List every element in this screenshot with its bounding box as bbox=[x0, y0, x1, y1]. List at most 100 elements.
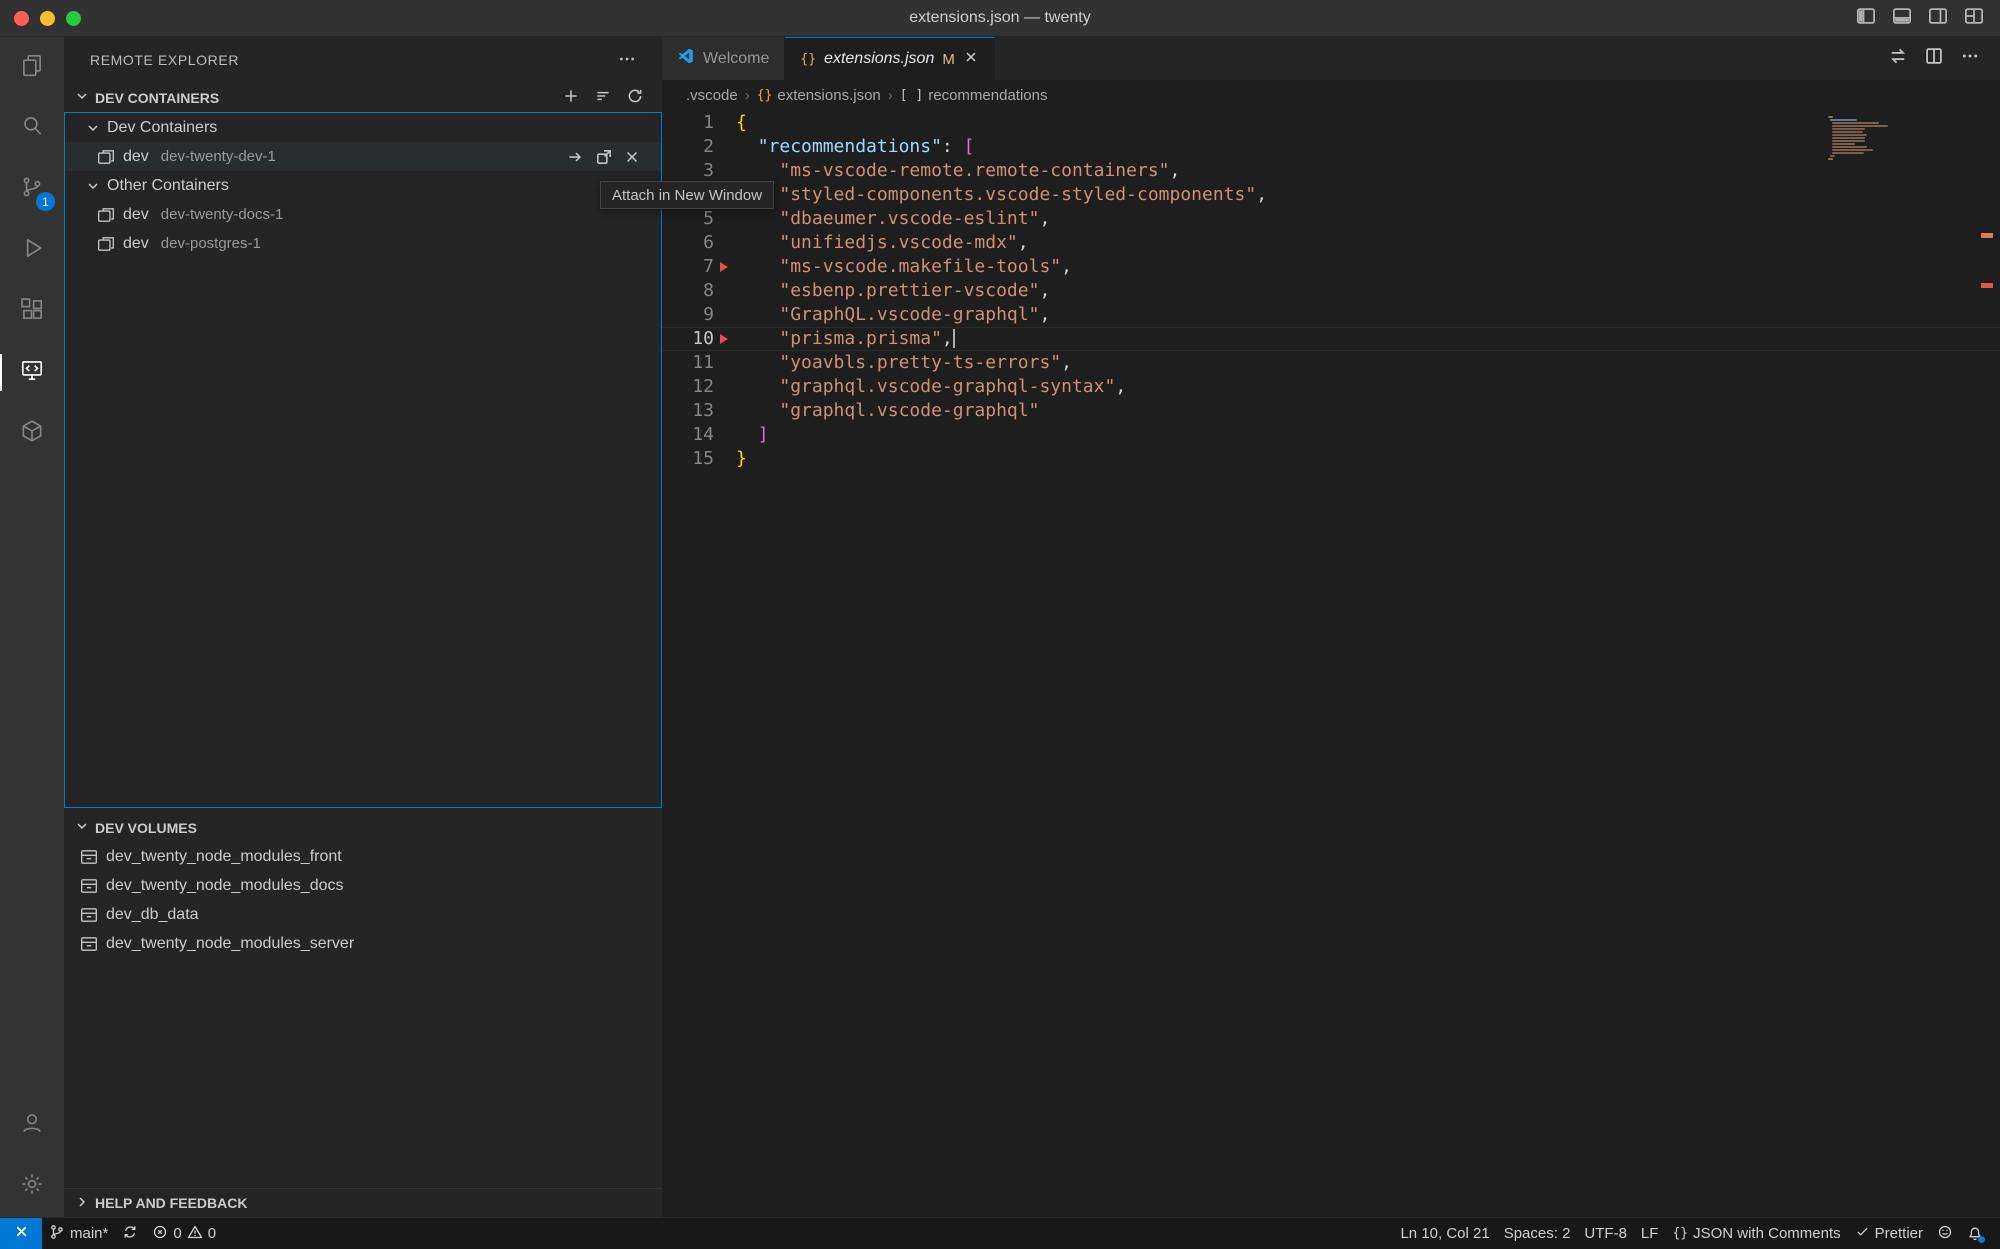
check-icon bbox=[1855, 1224, 1870, 1243]
close-window-button[interactable] bbox=[14, 11, 29, 26]
volume-item[interactable]: dev_twenty_node_modules_docs bbox=[64, 871, 662, 900]
section-dev-containers[interactable]: DEV CONTAINERS bbox=[64, 83, 662, 112]
line-number[interactable]: 10 bbox=[662, 327, 714, 351]
attach-new-window-icon[interactable] bbox=[595, 148, 613, 166]
pane-title: REMOTE EXPLORER bbox=[90, 52, 239, 68]
notifications-button[interactable] bbox=[1960, 1218, 1990, 1249]
chevron-down-icon bbox=[74, 88, 90, 107]
code-line[interactable]: 2 "recommendations": [ bbox=[662, 135, 2000, 159]
tree-item-dev-twenty-docs-1[interactable]: dev dev-twenty-docs-1 bbox=[65, 200, 661, 229]
code-line[interactable]: 8 "esbenp.prettier-vscode", bbox=[662, 279, 2000, 303]
filter-icon[interactable] bbox=[594, 87, 612, 108]
cursor-position-status[interactable]: Ln 10, Col 21 bbox=[1393, 1218, 1496, 1249]
line-number[interactable]: 3 bbox=[662, 159, 714, 183]
problems-status[interactable]: 0 0 bbox=[145, 1218, 223, 1249]
section-dev-volumes[interactable]: DEV VOLUMES bbox=[64, 813, 662, 842]
indentation-status[interactable]: Spaces: 2 bbox=[1497, 1218, 1578, 1249]
item-description: dev-twenty-dev-1 bbox=[161, 148, 276, 165]
split-editor-icon[interactable] bbox=[1924, 46, 1944, 71]
tree-item-dev-postgres-1[interactable]: dev dev-postgres-1 bbox=[65, 229, 661, 258]
tab-extensions-json[interactable]: {} extensions.json M bbox=[785, 37, 994, 80]
formatter-status[interactable]: Prettier bbox=[1848, 1218, 1930, 1249]
tree-group-other-containers[interactable]: Other Containers bbox=[65, 171, 661, 200]
code-line[interactable]: 6 "unifiedjs.vscode-mdx", bbox=[662, 231, 2000, 255]
activity-dev-containers[interactable] bbox=[0, 403, 64, 464]
toggle-secondary-sidebar-icon[interactable] bbox=[1928, 6, 1948, 31]
code-line[interactable]: 7 "ms-vscode.makefile-tools", bbox=[662, 255, 2000, 279]
toggle-panel-icon[interactable] bbox=[1892, 6, 1912, 31]
activity-explorer[interactable] bbox=[0, 37, 64, 98]
volume-icon bbox=[80, 906, 98, 924]
section-help-and-feedback[interactable]: HELP AND FEEDBACK bbox=[64, 1188, 662, 1217]
code-line[interactable]: 13 "graphql.vscode-graphql" bbox=[662, 399, 2000, 423]
remote-icon bbox=[13, 1223, 30, 1244]
code-line[interactable]: 5 "dbaeumer.vscode-eslint", bbox=[662, 207, 2000, 231]
code-line[interactable]: 9 "GraphQL.vscode-graphql", bbox=[662, 303, 2000, 327]
toggle-primary-sidebar-icon[interactable] bbox=[1856, 6, 1876, 31]
language-mode-status[interactable]: {} JSON with Comments bbox=[1665, 1218, 1847, 1249]
line-number[interactable]: 11 bbox=[662, 351, 714, 375]
zoom-window-button[interactable] bbox=[66, 11, 81, 26]
code-line[interactable]: 1{ bbox=[662, 111, 2000, 135]
line-number[interactable]: 9 bbox=[662, 303, 714, 327]
volume-item[interactable]: dev_twenty_node_modules_server bbox=[64, 929, 662, 958]
code-line[interactable]: 4 "styled-components.vscode-styled-compo… bbox=[662, 183, 2000, 207]
code-line[interactable]: 12 "graphql.vscode-graphql-syntax", bbox=[662, 375, 2000, 399]
line-number[interactable]: 6 bbox=[662, 231, 714, 255]
customize-layout-icon[interactable] bbox=[1964, 6, 1984, 31]
breadcrumb-folder[interactable]: .vscode bbox=[686, 87, 738, 104]
activity-source-control[interactable]: 1 bbox=[0, 159, 64, 220]
more-actions-icon[interactable] bbox=[1960, 46, 1980, 71]
activity-search[interactable] bbox=[0, 98, 64, 159]
minimap-line bbox=[1832, 140, 1865, 142]
line-number[interactable]: 12 bbox=[662, 375, 714, 399]
activity-settings[interactable] bbox=[0, 1156, 64, 1217]
line-number[interactable]: 13 bbox=[662, 399, 714, 423]
volume-item[interactable]: dev_db_data bbox=[64, 900, 662, 929]
open-changes-icon[interactable] bbox=[1888, 46, 1908, 71]
volume-item[interactable]: dev_twenty_node_modules_front bbox=[64, 842, 662, 871]
tab-welcome[interactable]: Welcome bbox=[662, 37, 785, 80]
sync-status[interactable] bbox=[115, 1218, 145, 1249]
stop-container-icon[interactable] bbox=[623, 148, 641, 166]
tree-item-dev-twenty-dev-1[interactable]: dev dev-twenty-dev-1 bbox=[65, 142, 661, 171]
breadcrumb-symbol[interactable]: [ ]recommendations bbox=[900, 87, 1048, 104]
tree-group-dev-containers[interactable]: Dev Containers bbox=[65, 113, 661, 142]
minimap[interactable] bbox=[1828, 116, 1890, 160]
activity-extensions[interactable] bbox=[0, 281, 64, 342]
line-number[interactable]: 5 bbox=[662, 207, 714, 231]
git-branch-status[interactable]: main* bbox=[42, 1218, 115, 1249]
code-line[interactable]: 11 "yoavbls.pretty-ts-errors", bbox=[662, 351, 2000, 375]
code-line[interactable]: 15} bbox=[662, 447, 2000, 471]
breadcrumb-file[interactable]: {}extensions.json bbox=[757, 87, 881, 104]
code-editor[interactable]: 1{2 "recommendations": [3 "ms-vscode-rem… bbox=[662, 111, 2000, 1217]
attach-container-icon[interactable] bbox=[567, 148, 585, 166]
activity-run-debug[interactable] bbox=[0, 220, 64, 281]
vscode-window: extensions.json — twenty 1 bbox=[0, 0, 2000, 1249]
gutter-spacer bbox=[714, 279, 734, 303]
layout-controls bbox=[1856, 0, 1984, 36]
feedback-button[interactable] bbox=[1930, 1218, 1960, 1249]
code-line[interactable]: 14 ] bbox=[662, 423, 2000, 447]
encoding-status[interactable]: UTF-8 bbox=[1577, 1218, 1634, 1249]
title-bar: extensions.json — twenty bbox=[0, 0, 2000, 37]
line-number[interactable]: 8 bbox=[662, 279, 714, 303]
activity-accounts[interactable] bbox=[0, 1095, 64, 1156]
line-number[interactable]: 2 bbox=[662, 135, 714, 159]
add-icon[interactable] bbox=[562, 87, 580, 108]
eol-status[interactable]: LF bbox=[1634, 1218, 1666, 1249]
code-line[interactable]: 3 "ms-vscode-remote.remote-containers", bbox=[662, 159, 2000, 183]
line-number[interactable]: 14 bbox=[662, 423, 714, 447]
line-number[interactable]: 7 bbox=[662, 255, 714, 279]
close-tab-icon[interactable] bbox=[963, 49, 979, 70]
minimize-window-button[interactable] bbox=[40, 11, 55, 26]
line-number[interactable]: 1 bbox=[662, 111, 714, 135]
remote-indicator[interactable] bbox=[0, 1218, 42, 1249]
more-actions-icon[interactable] bbox=[618, 50, 636, 71]
activity-remote-explorer[interactable] bbox=[0, 342, 64, 403]
code-line[interactable]: 10 "prisma.prisma", bbox=[662, 327, 2000, 351]
line-number[interactable]: 15 bbox=[662, 447, 714, 471]
refresh-icon[interactable] bbox=[626, 87, 644, 108]
sync-icon bbox=[122, 1224, 138, 1244]
code-text: } bbox=[736, 447, 747, 471]
